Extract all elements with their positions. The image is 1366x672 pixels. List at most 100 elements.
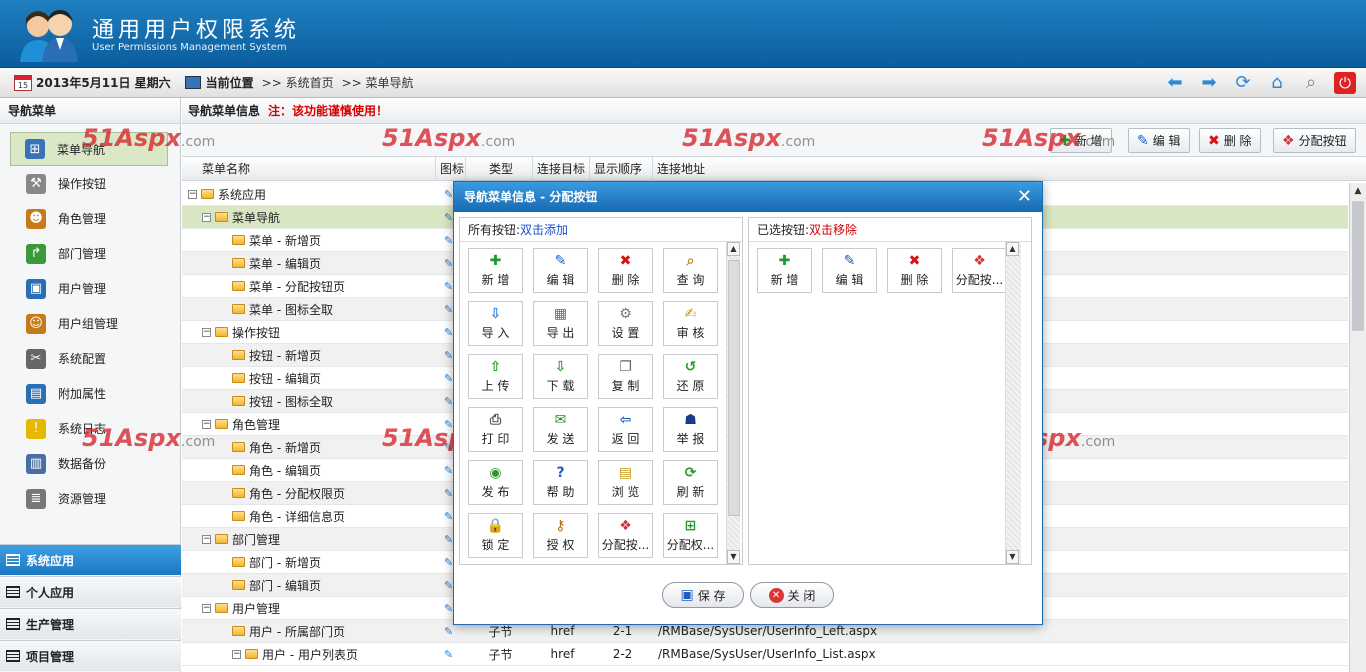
- button-tile-label: 授 权: [546, 538, 575, 552]
- button-tile-label: 导 入: [481, 326, 510, 340]
- button-tile[interactable]: ⇦ 返 回: [598, 407, 653, 452]
- button-tile[interactable]: ⇧ 上 传: [468, 354, 523, 399]
- sidebar-item-0[interactable]: ⊞ 菜单导航: [10, 132, 168, 166]
- col-name[interactable]: 菜单名称: [182, 156, 436, 181]
- accordion-section-1[interactable]: 个人应用: [0, 576, 181, 607]
- button-tile[interactable]: ⇩ 导 入: [468, 301, 523, 346]
- tree-toggle-icon[interactable]: −: [202, 212, 211, 222]
- button-tile[interactable]: 🔒 锁 定: [468, 513, 523, 558]
- delete-button[interactable]: ✖ 删 除: [1199, 128, 1261, 153]
- button-tile[interactable]: ⌕ 查 询: [663, 248, 718, 293]
- accordion-section-0[interactable]: 系统应用: [0, 544, 181, 575]
- button-tile[interactable]: ✖ 删 除: [598, 248, 653, 293]
- button-tile[interactable]: ✖ 删 除: [887, 248, 942, 293]
- edit-button[interactable]: ✎ 编 辑: [1128, 128, 1190, 153]
- back-arrow-icon[interactable]: ⬅: [1164, 72, 1186, 94]
- sidebar-item-10[interactable]: ≣ 资源管理: [0, 481, 180, 516]
- breadcrumb-home[interactable]: >> 系统首页: [262, 74, 334, 91]
- all-buttons-scrollbar[interactable]: ▲ ▼: [726, 242, 740, 564]
- user-card-icon: ▣: [26, 278, 46, 299]
- button-tile[interactable]: ⚷ 授 权: [533, 513, 588, 558]
- row-url: /RMBase/SysUser/UserInfo_Left.aspx: [658, 624, 878, 638]
- sidebar-item-9[interactable]: ▥ 数据备份: [0, 446, 180, 481]
- tree-toggle-icon[interactable]: −: [202, 603, 211, 613]
- grid-scrollbar[interactable]: ▲: [1349, 183, 1366, 672]
- sidebar-item-3[interactable]: ↱ 部门管理: [0, 236, 180, 271]
- sidebar-item-5[interactable]: ☺ 用户组管理: [0, 306, 180, 341]
- row-name: 角色管理: [232, 417, 281, 432]
- tree-toggle-icon[interactable]: −: [188, 189, 197, 199]
- button-tile[interactable]: ⊞ 分配权...: [663, 513, 718, 558]
- button-tile[interactable]: ☗ 举 报: [663, 407, 718, 452]
- button-tile[interactable]: ▦ 导 出: [533, 301, 588, 346]
- sidebar-item-6[interactable]: ✂ 系统配置: [0, 341, 180, 376]
- scroll-down-icon[interactable]: ▼: [727, 550, 740, 564]
- tree-toggle-icon[interactable]: −: [202, 534, 211, 544]
- list-icon: [6, 650, 20, 662]
- selected-buttons-scrollbar[interactable]: ▲ ▼: [1005, 242, 1021, 564]
- accordion-section-3[interactable]: 项目管理: [0, 640, 181, 671]
- button-tile[interactable]: ✚ 新 增: [468, 248, 523, 293]
- button-tile[interactable]: ❖ 分配按...: [598, 513, 653, 558]
- book-icon: ▤: [26, 383, 46, 404]
- sidebar-item-4[interactable]: ▣ 用户管理: [0, 271, 180, 306]
- row-name: 部门管理: [232, 532, 281, 547]
- scroll-up-icon[interactable]: ▲: [1006, 242, 1019, 256]
- button-tile[interactable]: ⟳ 刷 新: [663, 460, 718, 505]
- refresh-icon[interactable]: ⟳: [1232, 72, 1254, 94]
- tree-toggle-icon[interactable]: −: [202, 419, 211, 429]
- table-row[interactable]: − 用户 - 用户列表页 ✎ 子节 href 2-2/RMBase/SysUser/Use…: [182, 643, 1348, 666]
- save-button[interactable]: ▣ 保 存: [662, 582, 744, 608]
- button-tile[interactable]: ✚ 新 增: [757, 248, 812, 293]
- scroll-up-icon[interactable]: ▲: [1350, 183, 1366, 199]
- assign-button[interactable]: ❖ 分配按钮: [1273, 128, 1356, 153]
- button-tile-label: 刷 新: [676, 485, 705, 499]
- tree-toggle-icon[interactable]: −: [232, 649, 241, 659]
- add-button[interactable]: ✚ 新 增: [1050, 128, 1112, 153]
- folder-icon: [232, 350, 245, 360]
- sidebar-item-8[interactable]: ! 系统日志: [0, 411, 180, 446]
- button-tile[interactable]: ⇩ 下 载: [533, 354, 588, 399]
- col-target[interactable]: 连接目标: [533, 156, 590, 181]
- button-tile[interactable]: ⚙ 设 置: [598, 301, 653, 346]
- pencil-icon: ✎: [843, 253, 856, 269]
- button-tile[interactable]: ❐ 复 制: [598, 354, 653, 399]
- button-tile-label: 删 除: [900, 273, 929, 287]
- button-tile[interactable]: ◉ 发 布: [468, 460, 523, 505]
- button-tile[interactable]: ? 帮 助: [533, 460, 588, 505]
- row-name: 角色 - 详细信息页: [249, 509, 345, 524]
- plus-icon: ✚: [778, 253, 791, 269]
- button-tile[interactable]: ✎ 编 辑: [533, 248, 588, 293]
- col-url[interactable]: 连接地址: [653, 157, 1348, 181]
- scroll-thumb[interactable]: [728, 260, 740, 516]
- scroll-up-icon[interactable]: ▲: [727, 242, 740, 256]
- save-icon: ▣: [680, 587, 694, 603]
- home-icon[interactable]: ⌂: [1266, 72, 1288, 94]
- forward-arrow-icon[interactable]: ➡: [1198, 72, 1220, 94]
- app-subtitle: User Permissions Management System: [92, 42, 287, 53]
- button-tile[interactable]: ↺ 还 原: [663, 354, 718, 399]
- sidebar-item-7[interactable]: ▤ 附加属性: [0, 376, 180, 411]
- button-tile[interactable]: ❖ 分配按...: [952, 248, 1007, 293]
- button-tile[interactable]: ▤ 浏 览: [598, 460, 653, 505]
- col-type[interactable]: 类型: [466, 156, 533, 181]
- button-tile[interactable]: ✍ 审 核: [663, 301, 718, 346]
- sidebar-item-2[interactable]: ☻ 角色管理: [0, 201, 180, 236]
- dialog-title-bar[interactable]: 导航菜单信息 - 分配按钮 ✕: [454, 182, 1042, 212]
- scroll-down-icon[interactable]: ▼: [1006, 550, 1019, 564]
- user-group-icon: ☺: [26, 313, 46, 334]
- sidebar-item-1[interactable]: ⚒ 操作按钮: [0, 166, 180, 201]
- power-icon[interactable]: ⏻: [1334, 72, 1356, 94]
- col-icon[interactable]: 图标: [436, 156, 466, 181]
- close-button[interactable]: ✕ 关 闭: [750, 582, 834, 608]
- close-icon[interactable]: ✕: [1017, 182, 1032, 212]
- button-tile[interactable]: ✉ 发 送: [533, 407, 588, 452]
- search-icon[interactable]: ⌕: [1300, 72, 1322, 94]
- button-tile[interactable]: ✎ 编 辑: [822, 248, 877, 293]
- col-order[interactable]: 显示顺序: [590, 156, 653, 181]
- scroll-thumb[interactable]: [1352, 201, 1364, 331]
- accordion-section-2[interactable]: 生产管理: [0, 608, 181, 639]
- tree-toggle-icon[interactable]: −: [202, 327, 211, 337]
- button-tile[interactable]: ⎙ 打 印: [468, 407, 523, 452]
- sidebar-item-label: 操作按钮: [58, 177, 107, 191]
